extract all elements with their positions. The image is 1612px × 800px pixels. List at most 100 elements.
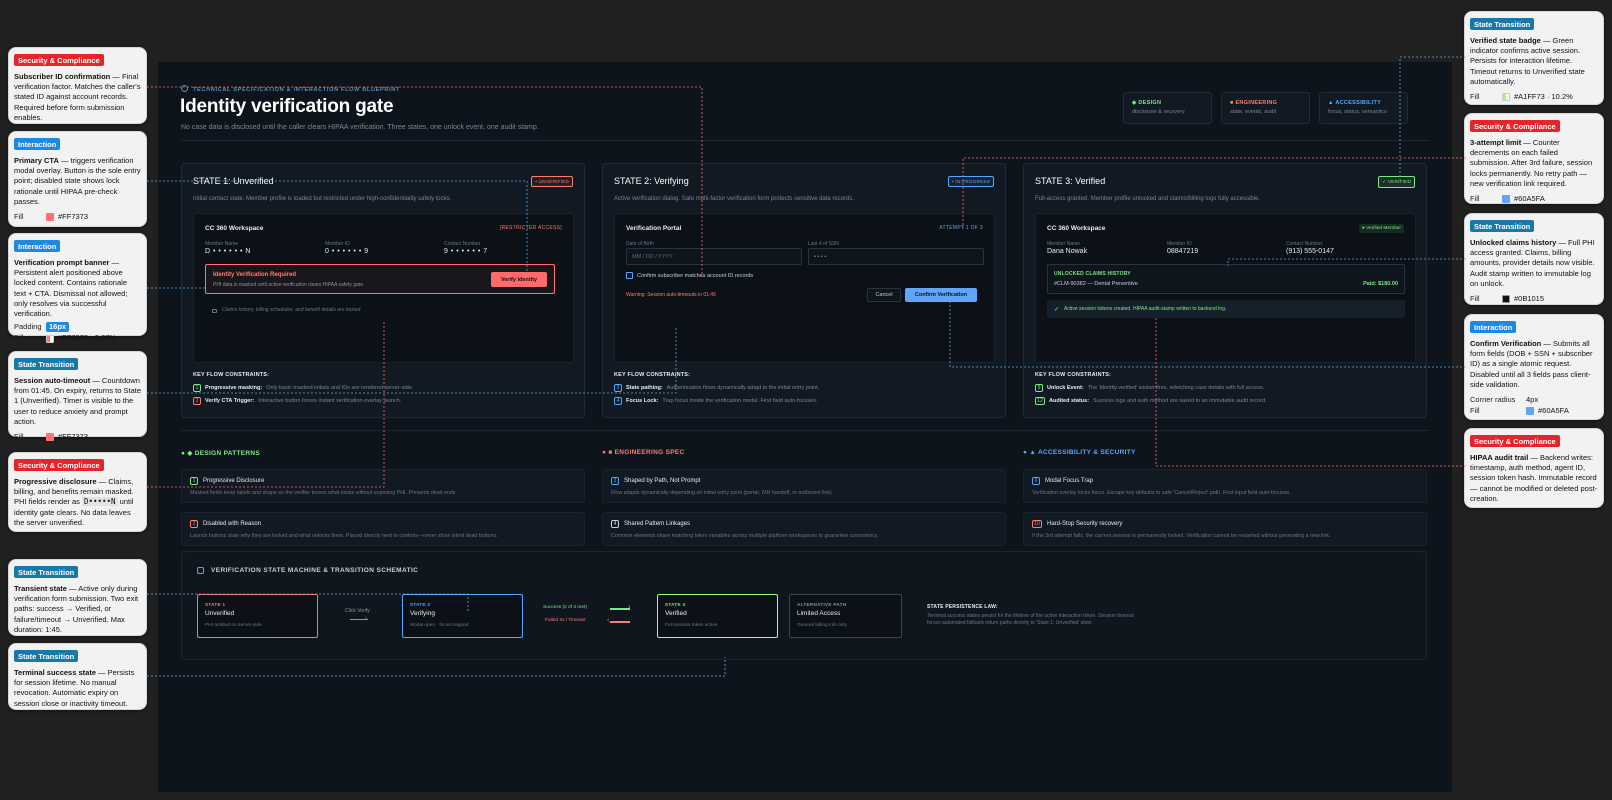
workspace-title: CC 360 Workspace	[205, 225, 264, 232]
status-badge: • IN-PROGRESS	[947, 176, 994, 187]
annotation-title: HIPAA audit trail	[1470, 453, 1529, 462]
prop-value: #60A5FA	[1538, 406, 1569, 416]
page-title: Identity verification gate	[180, 96, 394, 117]
annotation-transient-state: State Transition Transient state — Activ…	[8, 559, 147, 636]
claims-heading: UNLOCKED CLAIMS HISTORY	[1054, 271, 1131, 277]
pattern-desc: Verification overlay locks focus. Escape…	[1032, 490, 1291, 496]
verified-badge: ✓ VERIFIED	[1378, 176, 1415, 188]
ssn-input[interactable]: • • • •	[808, 248, 984, 265]
contact-number: (913) 555-0147	[1286, 248, 1334, 255]
verify-identity-button[interactable]: Verify Identity	[491, 272, 547, 287]
mask-sample: D•••••N	[81, 497, 118, 507]
constraint-row: 12 Audited status: Success logs and auth …	[1035, 397, 1267, 405]
annotation-title: Unlocked claims history	[1470, 238, 1557, 247]
timeout-warning: Warning: Session auto-timeouts in 01:45	[626, 292, 716, 298]
persistence-law: STATE PERSISTENCE LAW: Terminal success …	[927, 604, 1147, 627]
node-label: STATE 2	[410, 602, 431, 607]
field-label: Contact Number	[1286, 241, 1323, 247]
chip-desc: focus, status, semantics	[1328, 109, 1387, 115]
arrow-head-icon: ›	[365, 616, 367, 622]
tag-state-transition: State Transition	[14, 566, 79, 578]
law-text: Terminal success states persist for the …	[927, 613, 1134, 626]
pattern-card: 2 Disabled with Reason Launch buttons sta…	[181, 512, 585, 546]
session-text: Active session tokens created. HIPAA aud…	[1064, 306, 1227, 312]
fill-prop: Fill #60A5FA	[1470, 194, 1598, 204]
tag-state-transition: State Transition	[14, 358, 79, 370]
pattern-title: Hard-Stop Security recovery	[1047, 521, 1123, 527]
arrow-icon	[610, 608, 630, 610]
claims-history[interactable]: UNLOCKED CLAIMS HISTORY #CLM-90382 — Den…	[1047, 264, 1405, 294]
state-desc: Full-access granted. Member profile unlo…	[1035, 196, 1261, 202]
node-label: STATE 3	[665, 602, 686, 607]
state-title: STATE 3: Verified	[1035, 176, 1106, 186]
constraint-text: Interactive button forces instant verifi…	[258, 398, 402, 404]
key-flow-constraints: KEY FLOW CONSTRAINTS: 5 Unlock Event: The…	[1035, 372, 1267, 410]
arrow-icon	[610, 621, 630, 623]
swatch-icon	[46, 334, 54, 343]
annotation-title: Subscriber ID confirmation	[14, 72, 111, 81]
pattern-number: 2	[190, 520, 198, 528]
constraints-heading: KEY FLOW CONSTRAINTS:	[193, 372, 270, 378]
swatch-icon	[1526, 407, 1534, 416]
constraint-row: 2 Verify CTA Trigger: Interactive button …	[193, 397, 413, 405]
chip-accessibility: ▲ ACCESSIBILITY focus, status, semantics	[1319, 92, 1408, 124]
arrow-head-icon: ‹	[607, 617, 610, 624]
banner-title: Identity Verification Required	[213, 272, 297, 278]
square-icon: ● ■	[602, 449, 615, 456]
node-limited-access: ALTERNATIVE PATH Limited Access General …	[789, 594, 902, 638]
prop-key: Padding	[14, 322, 42, 332]
field-label: Date of Birth	[626, 241, 654, 247]
prop-value: #60A5FA	[1514, 194, 1545, 204]
pattern-card: 1 Progressive Disclosure Masked fields ke…	[181, 469, 585, 503]
tag-security: Security & Compliance	[1470, 120, 1560, 132]
pattern-number: 9	[1032, 477, 1040, 485]
lock-icon	[212, 309, 217, 313]
workspace-title: CC 360 Workspace	[1047, 225, 1106, 232]
verified-member-badge: ● Verified Member	[1358, 224, 1404, 233]
prop-key: Fill	[1470, 294, 1480, 304]
swatch-icon	[1502, 93, 1510, 102]
tag-state-transition: State Transition	[1470, 220, 1535, 232]
prop-key: Fill	[14, 432, 24, 442]
constraint-title: Audited status:	[1049, 398, 1090, 404]
tag-security: Security & Compliance	[1470, 435, 1560, 447]
state-title: STATE 1: Unverified	[193, 176, 274, 186]
cancel-button[interactable]: Cancel	[867, 288, 901, 302]
swatch-icon	[46, 213, 54, 222]
constraint-row: 5 Unlock Event: The 'identity.verified' s…	[1035, 384, 1267, 392]
annotation-subscriber-id: Security & Compliance Subscriber ID conf…	[8, 47, 147, 124]
constraint-text: Authentication flows dynamically adapt t…	[666, 385, 820, 391]
field-label: Member Name	[205, 241, 239, 247]
fill-prop: Fill #FF7373	[14, 432, 141, 442]
annotation-unlocked-claims: State Transition Unlocked claims history…	[1464, 213, 1604, 305]
transition-label: Click Verify	[345, 608, 370, 614]
transition-failed-label: Failed 3x / Timeout	[545, 618, 586, 623]
status-badge: • UNVERIFIED	[531, 176, 573, 187]
node-verifying: STATE 2 Verifying Modal open · focus tra…	[402, 594, 523, 638]
pattern-title: Progressive Disclosure	[203, 478, 265, 484]
subscriber-checkbox[interactable]	[626, 272, 633, 279]
prop-key: Fill	[1470, 194, 1480, 204]
checkbox-label: Confirm subscriber matches account ID re…	[637, 272, 754, 279]
padding-prop: Padding 16px	[14, 322, 141, 333]
prop-value: #FF7373 · 6.27%	[58, 333, 116, 343]
annotation-title: Terminal success state	[14, 668, 96, 677]
constraint-title: Progressive masking:	[205, 385, 263, 391]
chip-engineering: ■ ENGINEERING state, events, audit	[1221, 92, 1310, 124]
field-label: Member Name	[1047, 241, 1081, 247]
pattern-title: Shared Pattern Linkages	[624, 521, 691, 527]
dob-input[interactable]: MM / DD / YYYY	[626, 248, 802, 265]
constraint-row: 1 Progressive masking: Only basic masked …	[193, 384, 413, 392]
confirm-verification-button[interactable]: Confirm Verification	[905, 288, 977, 302]
workspace-unlocked: CC 360 Workspace ● Verified Member Membe…	[1035, 213, 1416, 363]
pattern-title: Disabled with Reason	[203, 521, 262, 527]
prop-key: Corner radius	[1470, 395, 1516, 405]
fill-prop: Fill #60A5FA	[1470, 406, 1598, 416]
node-title: Verifying	[410, 610, 435, 617]
field-label: Last 4 of SSN	[808, 241, 839, 247]
fill-prop: Fill #0B1015	[1470, 294, 1598, 304]
pattern-desc: Flow adapts dynamically depending on ini…	[611, 490, 834, 496]
annotation-title: Primary CTA	[14, 156, 59, 165]
annotation-title: Session auto-timeout	[14, 376, 91, 385]
schematic-icon	[197, 567, 204, 574]
